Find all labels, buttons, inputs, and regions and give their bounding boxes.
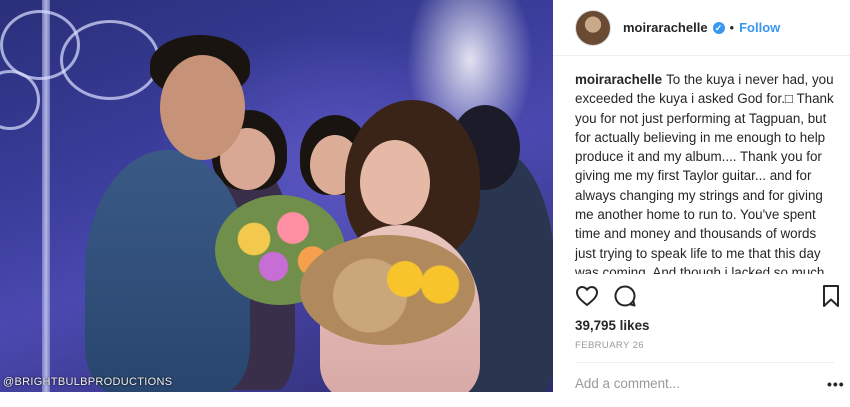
more-options-icon[interactable]: ••• [827,376,845,392]
bookmark-icon[interactable] [821,284,841,308]
comment-input[interactable]: Add a comment... [575,376,795,391]
post-date[interactable]: FEBRUARY 26 [575,340,644,351]
likes-count[interactable]: 39,795 likes [575,318,649,333]
post-side-panel: moirarachelle ✓ • Follow moirarachelle To… [553,0,850,407]
separator-dot: • [729,20,735,35]
action-bar [575,284,843,310]
follow-button[interactable]: Follow [739,20,780,35]
sunflower-bouquet [300,235,475,345]
post-header: moirarachelle ✓ • Follow [553,0,850,56]
post-caption: moirarachelle To the kuya i never had, yo… [575,70,837,274]
woman-face [360,140,430,225]
caption-text: To the kuya i never had, you exceeded th… [575,72,834,274]
photo-watermark: @BRIGHTBULBPRODUCTIONS [3,376,173,388]
man-face [160,55,245,160]
heart-icon[interactable] [575,284,599,308]
comment-icon[interactable] [613,284,637,308]
caption-username[interactable]: moirarachelle [575,72,662,87]
username[interactable]: moirarachelle [623,20,708,35]
verified-badge-icon: ✓ [712,21,725,34]
divider [575,362,834,363]
avatar[interactable] [575,9,611,46]
post-photo[interactable]: @BRIGHTBULBPRODUCTIONS [0,0,553,392]
decor-swirl [60,20,160,100]
